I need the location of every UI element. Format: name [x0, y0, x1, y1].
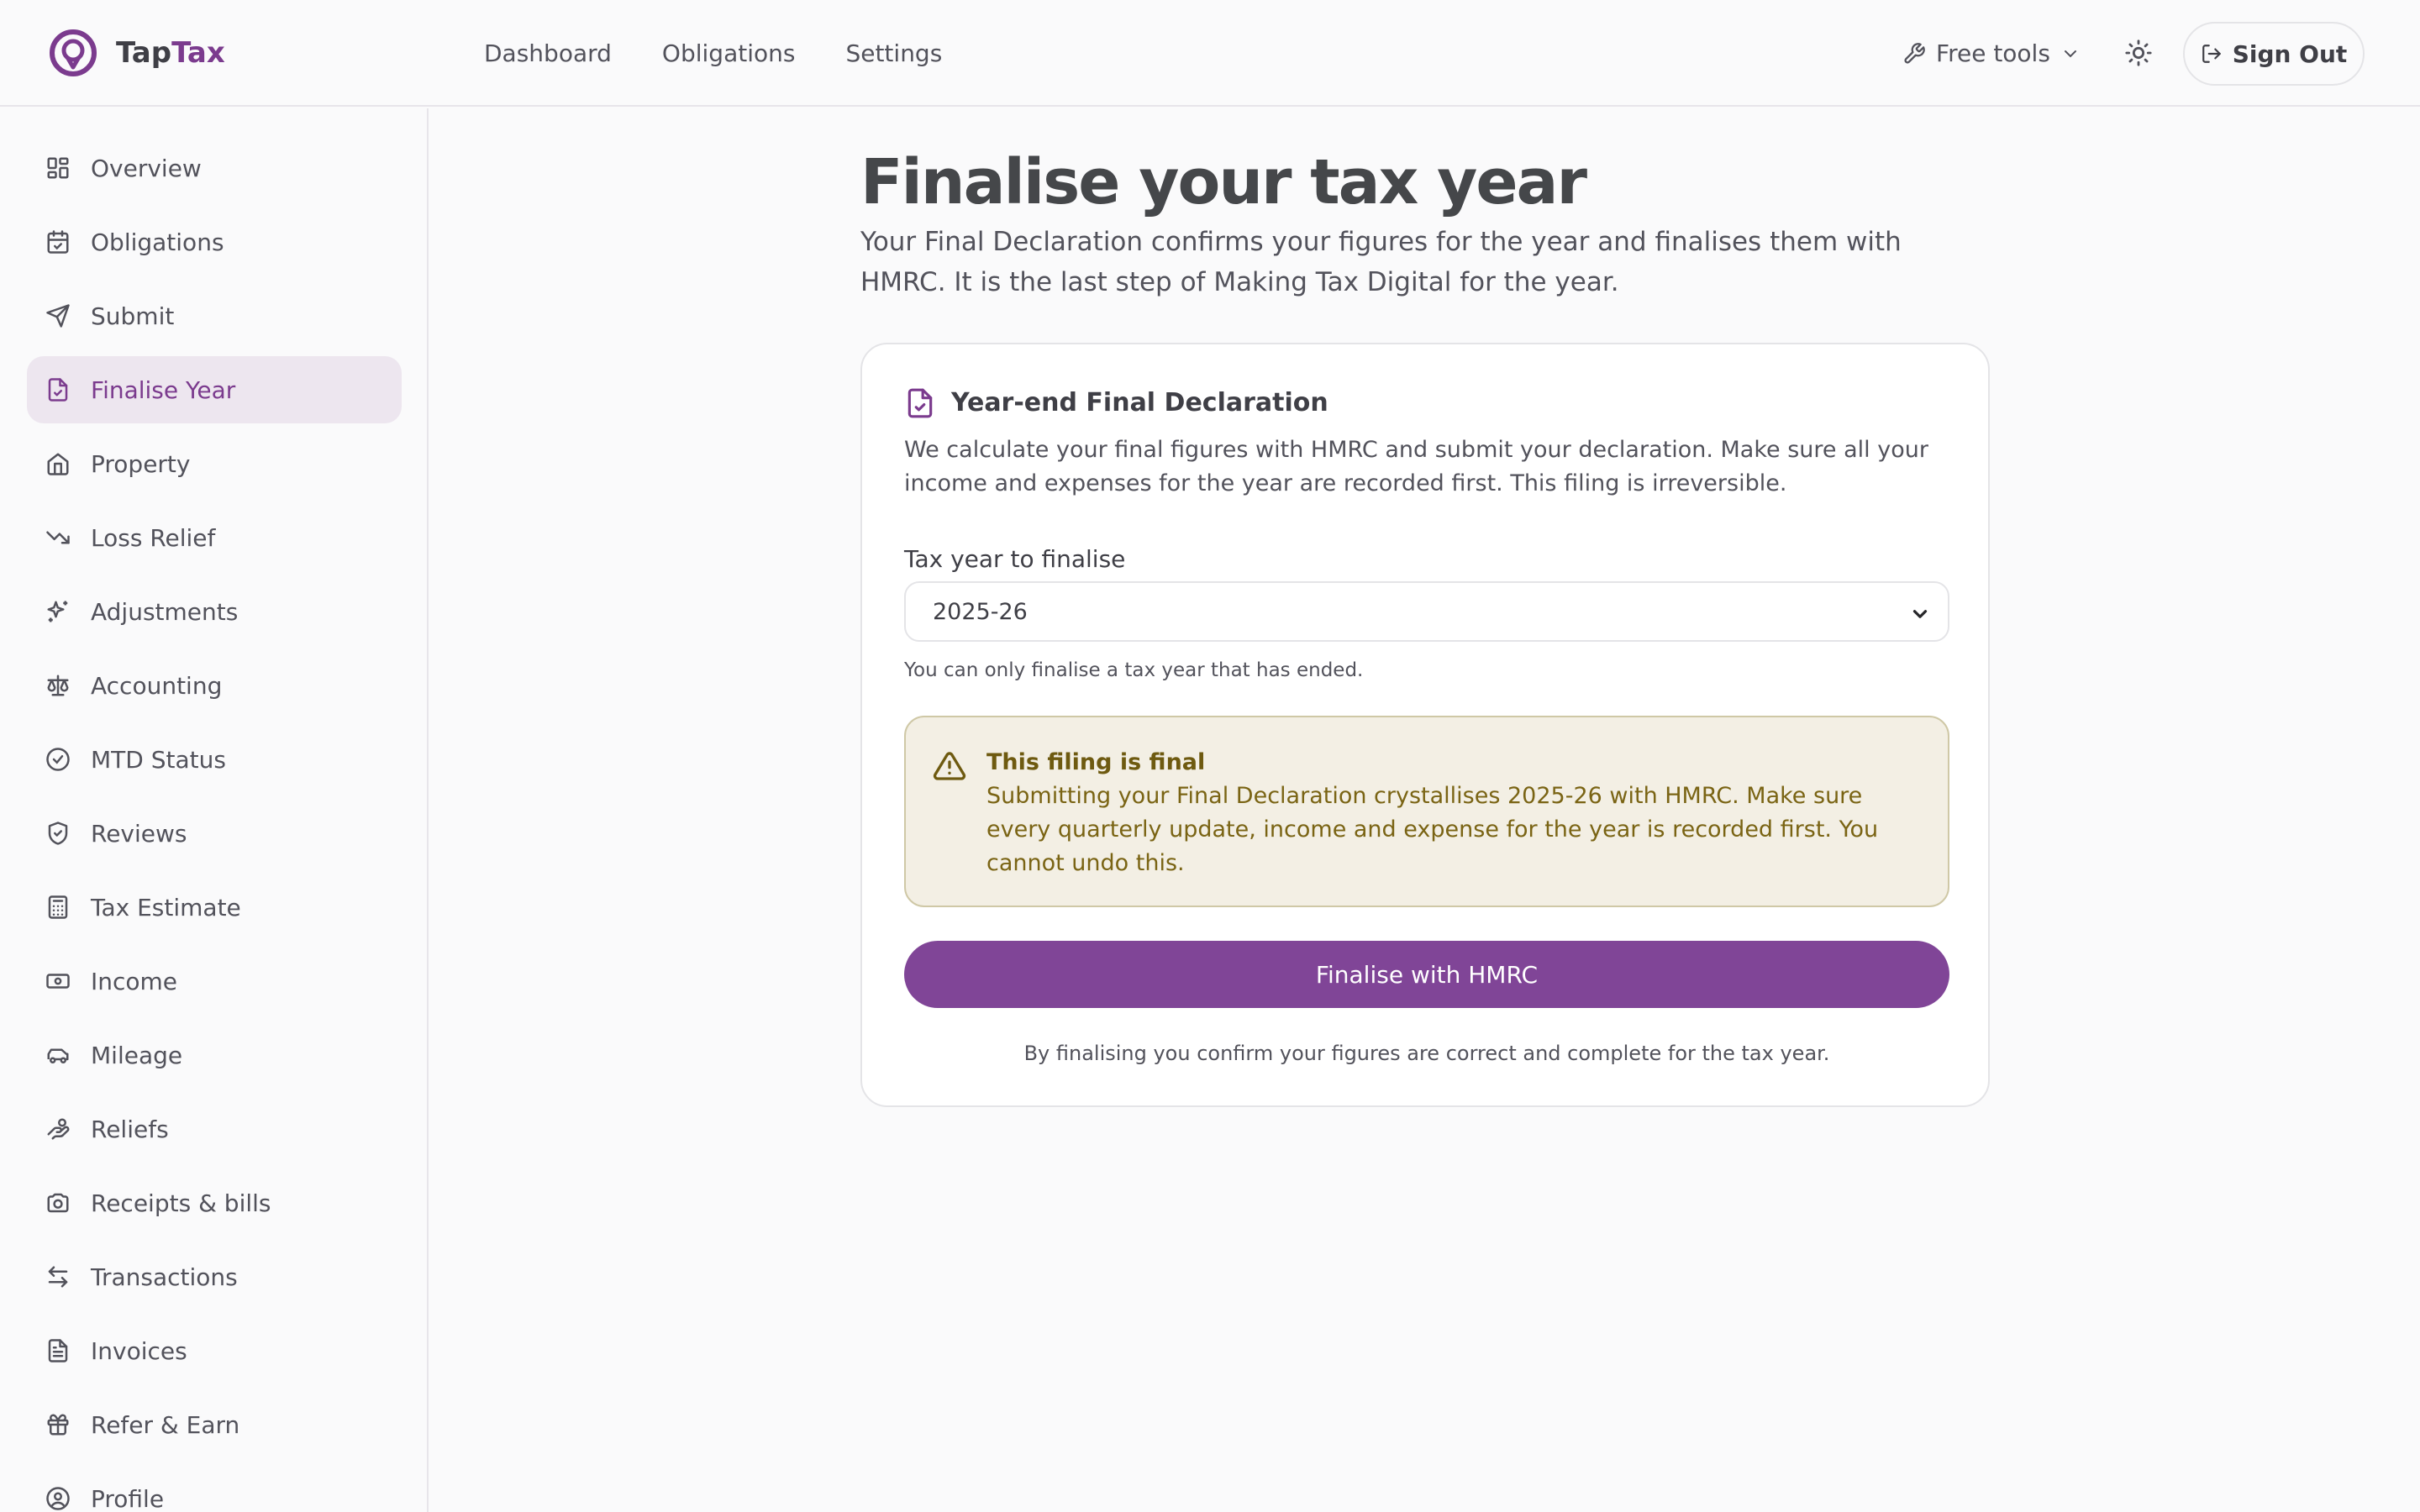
- sidebar-item-label: Reliefs: [91, 1115, 169, 1143]
- sidebar-item-label: Transactions: [91, 1263, 238, 1291]
- calculator-icon: [48, 895, 68, 919]
- sidebar-item-label: MTD Status: [91, 745, 226, 774]
- sun-icon[interactable]: [2124, 39, 2153, 67]
- sidebar-item-accounting[interactable]: Accounting: [27, 652, 402, 719]
- file-check-icon: [48, 378, 68, 402]
- card-title: Year-end Final Declaration: [951, 388, 1328, 417]
- file-check-icon: [908, 388, 933, 418]
- sidebar-item-adjustments[interactable]: Adjustments: [27, 578, 402, 645]
- nav-obligations[interactable]: Obligations: [662, 37, 796, 71]
- nav-settings[interactable]: Settings: [845, 37, 942, 71]
- card-description: We calculate your final figures with HMR…: [904, 437, 1928, 496]
- nav-dashboard[interactable]: Dashboard: [484, 37, 612, 71]
- sidebar-item-label: Receipts & bills: [91, 1189, 271, 1217]
- camera-icon: [47, 1193, 69, 1213]
- sidebar-item-tax-estimate[interactable]: Tax Estimate: [27, 874, 402, 941]
- page-title: Finalise your tax year: [860, 146, 1587, 218]
- sidebar-item-label: Submit: [91, 302, 175, 330]
- sign-out-button[interactable]: Sign Out: [2183, 22, 2365, 86]
- chevron-down-icon: [1912, 610, 1928, 618]
- sidebar-item-profile[interactable]: Profile: [27, 1465, 402, 1512]
- sidebar-item-label: Adjustments: [91, 597, 239, 626]
- calendar-check-icon: [47, 230, 69, 254]
- sidebar-item-finalise-year[interactable]: Finalise Year: [27, 356, 402, 423]
- sidebar-item-label: Accounting: [91, 671, 223, 700]
- sidebar-item-transactions[interactable]: Transactions: [27, 1243, 402, 1310]
- sidebar-item-label: Loss Relief: [91, 523, 216, 552]
- sidebar-item-reviews[interactable]: Reviews: [27, 800, 402, 867]
- sidebar-item-label: Income: [91, 967, 178, 995]
- sidebar-item-invoices[interactable]: Invoices: [27, 1317, 402, 1384]
- sidebar-item-property[interactable]: Property: [27, 430, 402, 497]
- taptax-logo-icon[interactable]: [49, 29, 97, 77]
- arrows-left-right-icon: [48, 1266, 68, 1288]
- sidebar-item-receipts-bills[interactable]: Receipts & bills: [27, 1169, 402, 1236]
- sidebar-item-income[interactable]: Income: [27, 948, 402, 1015]
- tax-year-selected-value: 2025-26: [933, 598, 1028, 625]
- brand-part-2: Tax: [171, 36, 225, 70]
- free-tools-menu[interactable]: Free tools: [1902, 37, 2081, 71]
- chevron-down-icon: [2064, 50, 2076, 58]
- warning-body: Submitting your Final Declaration crysta…: [986, 783, 1879, 876]
- scale-icon: [47, 675, 69, 696]
- wrench-icon: [1904, 43, 1925, 64]
- sidebar-item-label: Obligations: [91, 228, 224, 256]
- sidebar-item-mtd-status[interactable]: MTD Status: [27, 726, 402, 793]
- send-icon: [46, 304, 70, 328]
- sidebar-item-label: Mileage: [91, 1041, 183, 1069]
- final-declaration-card: Year-end Final Declaration We calculate …: [860, 343, 1990, 1107]
- hand-coins-icon: [47, 1118, 70, 1140]
- trending-down-icon: [46, 531, 70, 544]
- sidebar-item-submit[interactable]: Submit: [27, 282, 402, 349]
- sidebar-item-loss-relief[interactable]: Loss Relief: [27, 504, 402, 571]
- card-header: Year-end Final Declaration: [904, 385, 1328, 422]
- shield-check-icon: [48, 822, 68, 845]
- sidebar-item-label: Reviews: [91, 819, 187, 848]
- warning-title: This filing is final: [986, 749, 1206, 775]
- final-warning-alert: This filing is final Submitting your Fin…: [904, 716, 1949, 907]
- page-lead: Your Final Declaration confirms your fig…: [860, 227, 1902, 297]
- alert-triangle-icon: [933, 752, 966, 780]
- top-header: TapTax Dashboard Obligations Settings Fr…: [0, 0, 2420, 107]
- log-out-icon: [2202, 45, 2221, 63]
- confirmation-footnote: By finalising you confirm your figures a…: [1023, 1042, 1830, 1065]
- sidebar-item-mileage[interactable]: Mileage: [27, 1021, 402, 1089]
- gift-icon: [47, 1414, 69, 1436]
- brand-part-1: Tap: [116, 36, 172, 70]
- circle-check-icon: [46, 748, 70, 771]
- sidebar-item-label: Tax Estimate: [91, 893, 241, 921]
- sidebar-item-label: Overview: [91, 154, 202, 182]
- sidebar: Overview Obligations Submit Finalise Yea…: [0, 108, 429, 1512]
- free-tools-label: Free tools: [1936, 39, 2050, 67]
- top-nav: Dashboard Obligations Settings: [484, 37, 942, 71]
- home-icon: [47, 453, 69, 475]
- brand-name[interactable]: TapTax: [116, 32, 225, 74]
- car-icon: [47, 1048, 69, 1063]
- sidebar-item-label: Finalise Year: [91, 375, 236, 404]
- tax-year-label: Tax year to finalise: [904, 545, 1126, 573]
- sidebar-item-overview[interactable]: Overview: [27, 134, 402, 202]
- sparkles-icon: [47, 601, 68, 622]
- tax-year-hint: You can only finalise a tax year that ha…: [904, 659, 1364, 681]
- sidebar-item-label: Profile: [91, 1484, 165, 1512]
- tax-year-select[interactable]: 2025-26: [904, 581, 1949, 642]
- grid-icon: [47, 157, 69, 179]
- sidebar-item-refer-earn[interactable]: Refer & Earn: [27, 1391, 402, 1458]
- sidebar-item-label: Refer & Earn: [91, 1410, 240, 1439]
- sidebar-item-reliefs[interactable]: Reliefs: [27, 1095, 402, 1163]
- user-circle-icon: [46, 1487, 70, 1510]
- file-text-icon: [48, 1339, 68, 1362]
- sidebar-item-obligations[interactable]: Obligations: [27, 208, 402, 276]
- sidebar-item-label: Property: [91, 449, 191, 478]
- sign-out-label: Sign Out: [2232, 39, 2348, 68]
- banknote-icon: [46, 974, 70, 989]
- sidebar-item-label: Invoices: [91, 1336, 187, 1365]
- finalise-with-hmrc-button[interactable]: Finalise with HMRC: [904, 941, 1949, 1008]
